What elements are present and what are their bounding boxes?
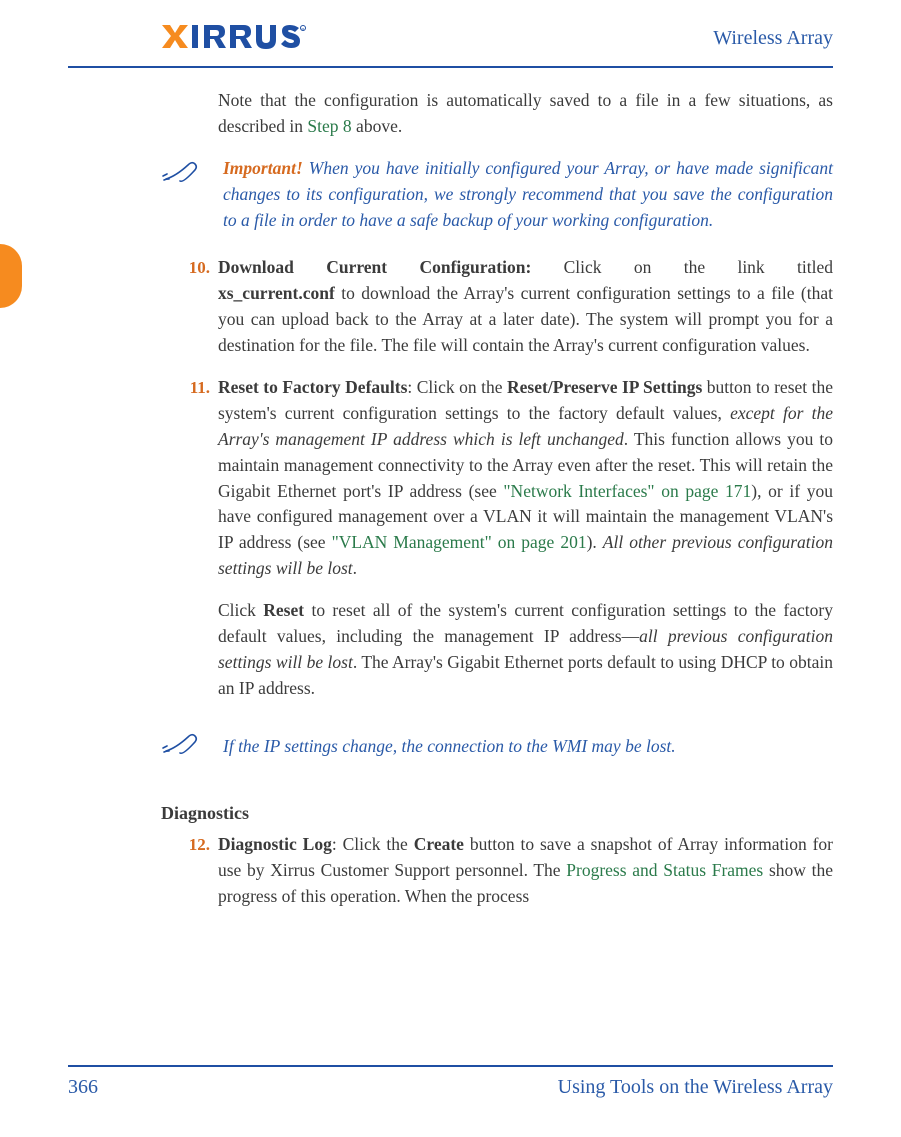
item-12-title: Diagnostic Log xyxy=(218,834,332,854)
item-11-p1: Reset to Factory Defaults: Click on the … xyxy=(218,375,833,582)
page-header: R Wireless Array xyxy=(68,24,833,68)
list-item-12: 12. Diagnostic Log: Click the Create but… xyxy=(218,832,833,910)
item-10-after-title: Click on the link titled xyxy=(531,257,833,277)
reset-button-label: Reset xyxy=(263,600,304,620)
list-item-11: 11. Reset to Factory Defaults: Click on … xyxy=(218,375,833,702)
important-note-text: Important! When you have initially confi… xyxy=(223,156,833,234)
item-11-title: Reset to Factory Defaults xyxy=(218,377,407,397)
reset-preserve-button-label: Reset/Preserve IP Settings xyxy=(507,377,702,397)
page-container: R Wireless Array Note that the configura… xyxy=(0,0,901,1137)
progress-status-frames-link[interactable]: Progress and Status Frames xyxy=(566,860,763,880)
network-interfaces-link[interactable]: "Network Interfaces" on page 171 xyxy=(503,481,751,501)
intro-paragraph: Note that the configuration is automatic… xyxy=(218,88,833,140)
important-note-body: When you have initially configured your … xyxy=(223,158,833,230)
item-number-11: 11. xyxy=(180,375,210,400)
important-note-block: Important! When you have initially confi… xyxy=(161,156,833,234)
footer-section-title: Using Tools on the Wireless Array xyxy=(558,1073,833,1103)
svg-text:R: R xyxy=(302,27,305,32)
create-button-label: Create xyxy=(414,834,464,854)
content-area: Note that the configuration is automatic… xyxy=(68,68,833,910)
item-11-p1d: ). xyxy=(587,532,603,552)
item-11-p2: Click Reset to reset all of the system's… xyxy=(218,598,833,702)
item-number-10: 10. xyxy=(180,255,210,280)
item-12-after-title: : Click the xyxy=(332,834,414,854)
item-10-title: Download Current Configuration: xyxy=(218,257,531,277)
brand-logo: R xyxy=(160,22,308,52)
hand-writing-icon xyxy=(161,156,199,184)
page-footer: 366 Using Tools on the Wireless Array xyxy=(68,1065,833,1103)
ip-note-text: If the IP settings change, the connectio… xyxy=(223,728,833,760)
config-filename: xs_current.conf xyxy=(218,283,335,303)
diagnostics-heading: Diagnostics xyxy=(161,800,833,827)
header-title: Wireless Array xyxy=(713,24,833,54)
item-11-p1e: . xyxy=(353,558,357,578)
vlan-management-link[interactable]: "VLAN Management" on page 201 xyxy=(332,532,587,552)
item-11-p2a: Click xyxy=(218,600,263,620)
list-item-10: 10. Download Current Configuration: Clic… xyxy=(218,255,833,359)
intro-text-after: above. xyxy=(352,116,403,136)
item-12-body: Diagnostic Log: Click the Create button … xyxy=(218,832,833,910)
item-10-body: Download Current Configuration: Click on… xyxy=(218,255,833,359)
ip-note-block: If the IP settings change, the connectio… xyxy=(161,728,833,760)
item-11-body: Reset to Factory Defaults: Click on the … xyxy=(218,375,833,702)
important-label: Important! xyxy=(223,158,303,178)
page-number: 366 xyxy=(68,1073,98,1103)
step-8-link[interactable]: Step 8 xyxy=(307,116,351,136)
item-number-12: 12. xyxy=(180,832,210,857)
hand-writing-icon xyxy=(161,728,199,756)
item-11-after-title: : Click on the xyxy=(407,377,507,397)
